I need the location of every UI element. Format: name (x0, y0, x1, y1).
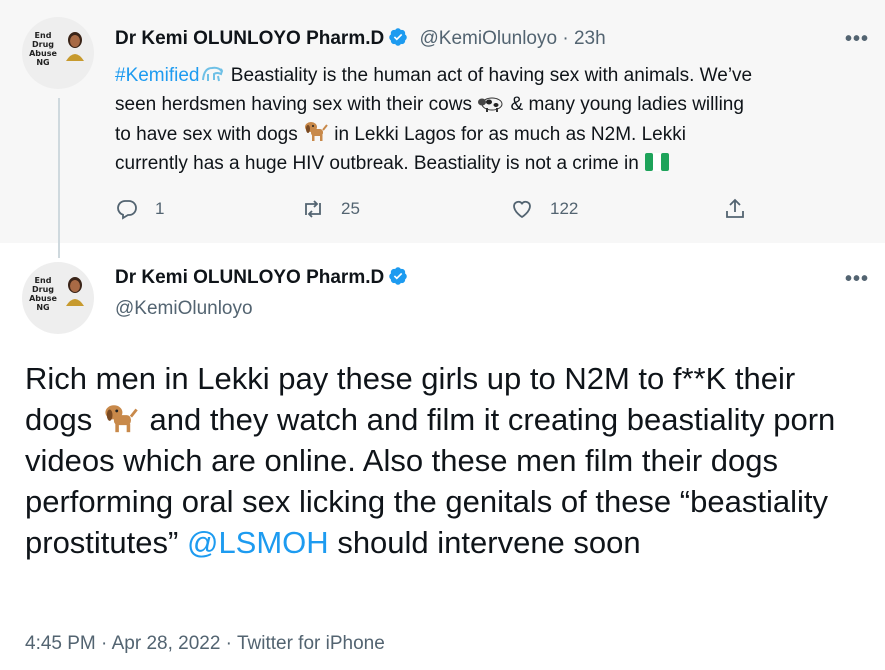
main-avatar[interactable]: End Drug Abuse NG (22, 262, 94, 334)
parent-text-line3b: in Lekki Lagos for as much as N2M. Lekki (334, 124, 686, 145)
dog-emoji-icon (305, 122, 328, 141)
share-icon (726, 198, 744, 218)
main-display-name[interactable]: Dr Kemi OLUNLOYO Pharm.D (115, 267, 384, 288)
main-tweet-text: Rich men in Lekki pay these girls up to … (25, 358, 865, 563)
parent-text-line2a: seen herdsmen having sex with their cows (115, 94, 472, 115)
retweet-button[interactable]: 25 (301, 197, 360, 221)
main-text-c: should intervene soon (337, 525, 641, 560)
parent-header: Dr Kemi OLUNLOYO Pharm.D @KemiOlunloyo ·… (115, 27, 606, 50)
avatar-logo-text: End Drug Abuse NG (29, 31, 57, 67)
parent-text-line1: Beastiality is the human act of having s… (230, 65, 753, 86)
retweet-count: 25 (341, 199, 360, 218)
hashtag-link[interactable]: #Kemified (115, 65, 200, 86)
avatar-portrait-icon (66, 277, 84, 306)
parent-display-name[interactable]: Dr Kemi OLUNLOYO Pharm.D (115, 28, 384, 49)
share-button[interactable] (723, 197, 763, 221)
reply-count: 1 (155, 199, 165, 218)
reply-button[interactable]: 1 (115, 197, 164, 221)
parent-text-line3a: to have sex with dogs (115, 124, 298, 145)
main-handle[interactable]: @KemiOlunloyo (115, 298, 253, 320)
parent-more-icon[interactable]: ••• (845, 28, 869, 51)
hashtag-emoji-icon (201, 66, 223, 82)
like-count: 122 (550, 199, 579, 218)
parent-tweet[interactable]: End Drug Abuse NG Dr Kemi OLUNLOYO Pharm.D … (0, 0, 885, 243)
reply-icon (117, 200, 137, 220)
like-button[interactable]: 122 (510, 197, 578, 221)
avatar-logo-text: End Drug Abuse NG (29, 276, 57, 312)
like-icon (513, 200, 531, 219)
mention-link[interactable]: @LSMOH (187, 525, 329, 560)
retweet-icon (305, 200, 321, 218)
thread-connector-line (58, 98, 60, 258)
parent-tweet-text: #Kemified Beastiality is the human act o… (115, 61, 860, 178)
parent-action-bar: 1 25 122 (115, 197, 765, 227)
main-more-icon[interactable]: ••• (845, 268, 869, 291)
tweet-timestamp[interactable]: 4:45 PM · Apr 28, 2022 · Twitter for iPh… (25, 633, 385, 655)
verified-badge-icon (389, 267, 407, 285)
parent-avatar[interactable]: End Drug Abuse NG (22, 17, 94, 89)
parent-separator: · (562, 28, 569, 49)
cow-emoji-icon (478, 97, 503, 112)
verified-badge-icon (389, 28, 407, 46)
parent-text-line2b: & many young ladies willing (510, 94, 744, 115)
parent-handle[interactable]: @KemiOlunloyo (420, 28, 558, 49)
parent-time[interactable]: 23h (574, 28, 606, 49)
avatar-portrait-icon (66, 32, 84, 61)
main-header: Dr Kemi OLUNLOYO Pharm.D (115, 266, 408, 289)
nigeria-flag-icon (645, 153, 670, 171)
dog-emoji-icon (105, 405, 138, 433)
parent-text-line4: currently has a huge HIV outbreak. Beast… (115, 153, 639, 174)
